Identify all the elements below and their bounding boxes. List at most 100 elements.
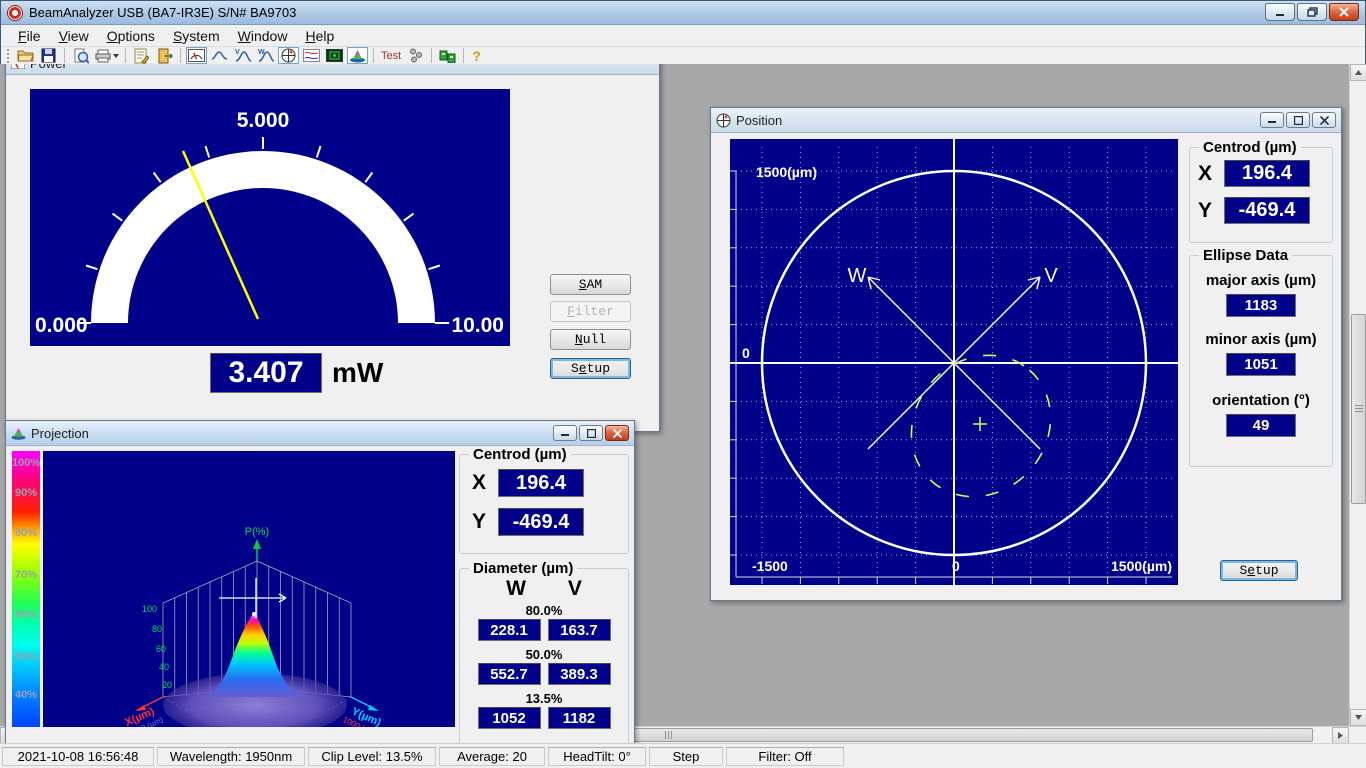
print-button[interactable] — [93, 47, 120, 64]
menu-help[interactable]: Help — [296, 26, 343, 46]
plot-left-zero: 0 — [742, 345, 750, 361]
projection-window: Projection 100% 90% 80% 70% 60% 50% 40% — [5, 420, 635, 743]
power-window: Power — [5, 64, 660, 432]
menu-system[interactable]: System — [164, 26, 229, 46]
minor-axis-label: minor axis (µm) — [1190, 331, 1332, 348]
toolbar: V W Test ? — [1, 47, 1365, 65]
power-content: 5.000 0.000 10.00 3.407 mW SAM Filter Nu… — [6, 75, 659, 431]
power-window-icon — [11, 64, 25, 69]
projection-diameter-title: Diameter (µm) — [469, 560, 577, 577]
position-centroid-y: -469.4 — [1224, 197, 1310, 224]
save-button[interactable] — [38, 47, 59, 64]
projection-close-button[interactable] — [605, 425, 629, 441]
toolbar-separator — [64, 48, 65, 63]
menu-window[interactable]: Window — [229, 26, 297, 46]
position-minimize-button[interactable] — [1260, 112, 1284, 128]
status-average: Average: 20 — [439, 747, 545, 766]
power-window-title: Power — [30, 64, 67, 71]
position-plot: W V 1500(µm) 0 -1500 0 1500(µm) — [730, 139, 1178, 585]
charts-view-button[interactable] — [301, 47, 322, 64]
projection-maximize-button[interactable] — [579, 425, 603, 441]
open-button[interactable] — [15, 47, 36, 64]
colorbar-label: 40% — [12, 689, 40, 701]
close-button[interactable] — [1329, 3, 1359, 21]
colorbar-label: 50% — [12, 651, 40, 663]
plot-bottom-zero: 0 — [952, 558, 960, 574]
toolbar-separator — [125, 48, 126, 63]
position-view-button[interactable] — [278, 47, 299, 64]
projection-window-title: Projection — [31, 426, 89, 441]
position-content: W V 1500(µm) 0 -1500 0 1500(µm) Centrod … — [711, 133, 1341, 600]
z-tick: 100 — [142, 604, 157, 614]
ellipse-data-group: Ellipse Data major axis (µm) 1183 minor … — [1189, 255, 1333, 467]
app-titlebar[interactable]: BeamAnalyzer USB (BA7-IR3E) S/N# BA9703 — [1, 1, 1365, 25]
status-datetime: 2021-10-08 16:56:48 — [2, 747, 154, 766]
z-tick: 80 — [152, 624, 162, 634]
diameter-v-13: 1182 — [548, 707, 611, 729]
minimize-button[interactable] — [1265, 3, 1295, 21]
power-setup-button[interactable]: Setup — [550, 358, 631, 379]
projection-centroid-y: -469.4 — [498, 508, 584, 536]
x-label: X — [472, 471, 498, 495]
beam-centroid-mark — [973, 417, 987, 431]
acquisition-button[interactable] — [437, 47, 458, 64]
filter-button[interactable]: Filter — [550, 301, 631, 322]
scroll-right-button[interactable] — [1332, 727, 1349, 743]
app-title: BeamAnalyzer USB (BA7-IR3E) S/N# BA9703 — [29, 5, 296, 20]
status-wavelength: Wavelength: 1950nm — [157, 747, 305, 766]
power-window-titlebar[interactable]: Power — [6, 64, 659, 75]
properties-button[interactable] — [131, 47, 152, 64]
toolbar-separator — [463, 48, 464, 63]
null-button[interactable]: Null — [550, 329, 631, 350]
vertical-scrollbar[interactable] — [1349, 64, 1366, 726]
menu-options[interactable]: Options — [98, 26, 164, 46]
position-centroid-x: 196.4 — [1224, 160, 1310, 187]
ellipse-data-title: Ellipse Data — [1199, 247, 1292, 264]
status-bar: 2021-10-08 16:56:48 Wavelength: 1950nm C… — [0, 743, 1366, 768]
sam-button[interactable]: SAM — [550, 274, 631, 295]
toolbar-grip[interactable] — [6, 49, 11, 63]
orientation-label: orientation (°) — [1190, 392, 1332, 409]
position-centroid-group: Centrod (µm) X 196.4 Y -469.4 — [1189, 147, 1333, 243]
w-profile-view-button[interactable]: W — [255, 47, 276, 64]
toolbar-separator — [373, 48, 374, 63]
position-setup-button[interactable]: Setup — [1220, 560, 1298, 581]
test-button[interactable]: Test — [378, 50, 404, 62]
scroll-up-button[interactable] — [1350, 64, 1366, 81]
help-button[interactable]: ? — [468, 48, 485, 64]
exit-button[interactable] — [154, 47, 175, 64]
position-window-titlebar[interactable]: Position — [711, 108, 1341, 133]
projection-window-titlebar[interactable]: Projection — [6, 421, 634, 446]
position-window-title: Position — [736, 113, 782, 128]
projection-centroid-x: 196.4 — [498, 469, 584, 497]
power-unit: mW — [332, 357, 383, 389]
plot-top-label: 1500(µm) — [756, 164, 817, 180]
diameter-level-50: 50.0% — [460, 647, 628, 662]
projection-minimize-button[interactable] — [553, 425, 577, 441]
beam-ellipse — [883, 327, 1080, 525]
y-label: Y — [1198, 199, 1224, 223]
vertical-scroll-thumb[interactable] — [1351, 314, 1366, 504]
menu-view[interactable]: View — [50, 26, 98, 46]
position-close-button[interactable] — [1312, 112, 1336, 128]
projection-3d-plot: P(%) 100 80 60 40 20 X(µm) 1000 (µm) Y(µ… — [43, 451, 455, 727]
position-maximize-button[interactable] — [1286, 112, 1310, 128]
camera-view-button[interactable] — [324, 47, 345, 64]
diameter-v-80: 163.7 — [548, 619, 611, 641]
power-reading: 3.407 — [210, 353, 322, 393]
restore-button[interactable] — [1297, 3, 1327, 21]
menu-file[interactable]: File — [9, 26, 50, 46]
diameter-level-13: 13.5% — [460, 691, 628, 706]
position-window-icon — [716, 113, 731, 128]
profile-view-button[interactable] — [209, 47, 230, 64]
diameter-w-13: 1052 — [478, 707, 541, 729]
projection-3d-view-button[interactable] — [347, 47, 368, 64]
scroll-down-button[interactable] — [1350, 709, 1366, 726]
colorbar-label: 90% — [12, 487, 40, 499]
print-preview-button[interactable] — [70, 47, 91, 64]
power-meter-view-button[interactable] — [186, 47, 207, 64]
app-icon — [7, 5, 23, 21]
v-profile-view-button[interactable]: V — [232, 47, 253, 64]
align-button[interactable] — [405, 47, 426, 64]
v-axis-label: V — [1044, 265, 1058, 287]
